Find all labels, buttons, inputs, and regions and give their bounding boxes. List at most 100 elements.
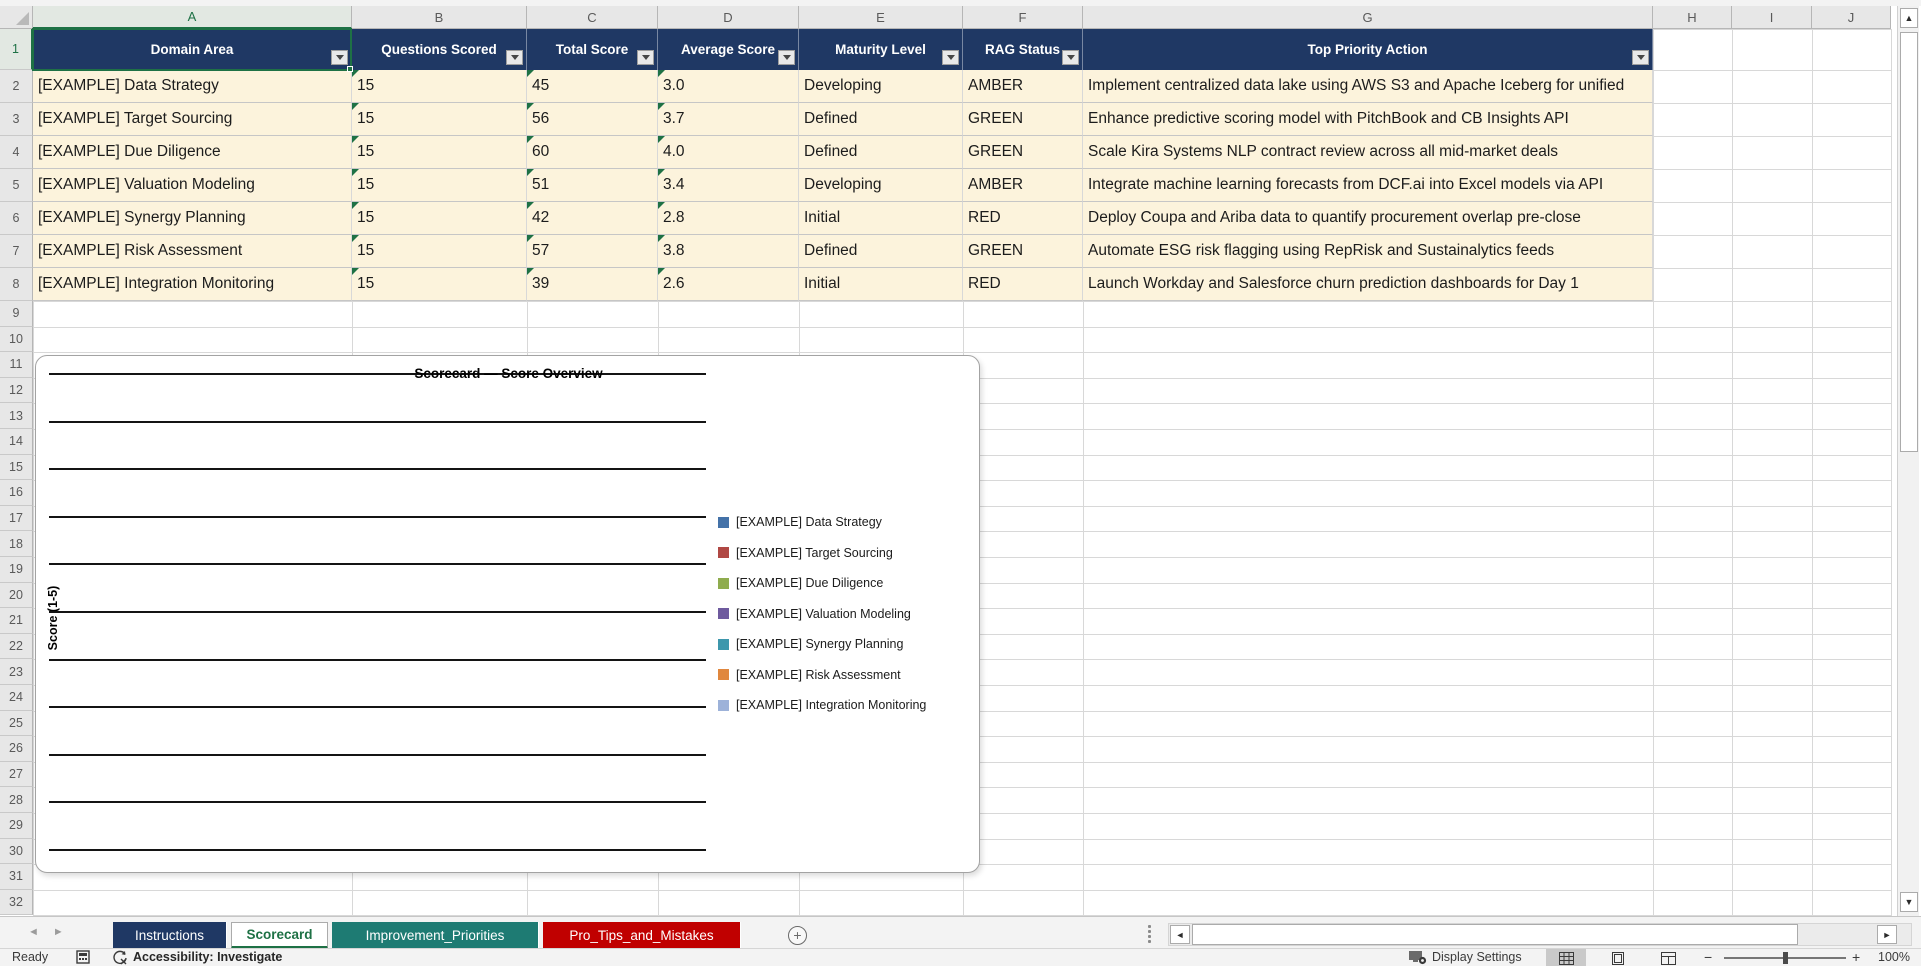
filter-button[interactable] [942,50,959,65]
cell-action-row7[interactable]: Automate ESG risk flagging using RepRisk… [1083,235,1653,268]
cell-maturity-row7[interactable]: Defined [799,235,963,268]
display-settings-icon[interactable] [1408,950,1428,966]
cell-total-row5[interactable]: 51 [527,169,658,202]
zoom-out-button[interactable]: − [1704,949,1712,965]
cell-total-row6[interactable]: 42 [527,202,658,235]
accessibility-status[interactable]: Accessibility: Investigate [133,950,282,964]
cell-questions-row6[interactable]: 15 [352,202,527,235]
cell-average-row8[interactable]: 2.6 [658,268,799,301]
cell-rag-row6[interactable]: RED [963,202,1083,235]
row-header-28[interactable]: 28 [0,787,33,813]
cell-domain-row5[interactable]: [EXAMPLE] Valuation Modeling [33,169,352,202]
row-header-31[interactable]: 31 [0,864,33,890]
page-break-view-button[interactable] [1648,949,1688,966]
scroll-up-button[interactable]: ▲ [1900,8,1918,28]
cell-questions-row8[interactable]: 15 [352,268,527,301]
row-header-3[interactable]: 3 [0,103,33,136]
select-all-corner[interactable] [0,6,33,29]
filter-button[interactable] [637,50,654,65]
cell-maturity-row6[interactable]: Initial [799,202,963,235]
row-header-18[interactable]: 18 [0,531,33,557]
row-header-21[interactable]: 21 [0,608,33,634]
row-header-12[interactable]: 12 [0,377,33,404]
legend-item[interactable]: [EXAMPLE] Data Strategy [718,515,882,529]
cell-action-row6[interactable]: Deploy Coupa and Ariba data to quantify … [1083,202,1653,235]
row-header-7[interactable]: 7 [0,235,33,268]
filter-button[interactable] [506,50,523,65]
cell-average-row2[interactable]: 3.0 [658,70,799,103]
legend-item[interactable]: [EXAMPLE] Integration Monitoring [718,698,926,712]
display-settings-label[interactable]: Display Settings [1432,950,1522,964]
row-header-30[interactable]: 30 [0,838,33,865]
zoom-in-button[interactable]: + [1852,949,1860,965]
cell-rag-row3[interactable]: GREEN [963,103,1083,136]
row-header-27[interactable]: 27 [0,761,33,788]
cell-total-row4[interactable]: 60 [527,136,658,169]
sheet-tab-instructions[interactable]: Instructions [113,922,227,949]
accessibility-icon[interactable] [112,950,128,966]
row-header-17[interactable]: 17 [0,505,33,532]
row-header-6[interactable]: 6 [0,202,33,235]
row-header-9[interactable]: 9 [0,301,33,327]
row-header-8[interactable]: 8 [0,268,33,301]
row-header-26[interactable]: 26 [0,736,33,762]
scroll-down-button[interactable]: ▼ [1900,892,1918,912]
legend-item[interactable]: [EXAMPLE] Synergy Planning [718,637,903,651]
legend-item[interactable]: [EXAMPLE] Target Sourcing [718,546,893,560]
row-header-32[interactable]: 32 [0,889,33,916]
cell-total-row7[interactable]: 57 [527,235,658,268]
cell-domain-row3[interactable]: [EXAMPLE] Target Sourcing [33,103,352,136]
cell-domain-row8[interactable]: [EXAMPLE] Integration Monitoring [33,268,352,301]
legend-item[interactable]: [EXAMPLE] Risk Assessment [718,668,901,682]
row-header-15[interactable]: 15 [0,454,33,481]
row-header-16[interactable]: 16 [0,480,33,506]
column-header-b[interactable]: B [352,6,527,29]
cell-questions-row3[interactable]: 15 [352,103,527,136]
row-header-25[interactable]: 25 [0,710,33,737]
row-header-20[interactable]: 20 [0,582,33,609]
cell-total-row3[interactable]: 56 [527,103,658,136]
scroll-right-button[interactable]: ► [1877,925,1897,944]
row-header-10[interactable]: 10 [0,326,33,353]
row-header-4[interactable]: 4 [0,136,33,169]
column-header-i[interactable]: I [1732,6,1812,29]
legend-item[interactable]: [EXAMPLE] Due Diligence [718,576,883,590]
row-header-1[interactable]: 1 [0,29,33,70]
sheet-tab-pro_tips_and_mistakes[interactable]: Pro_Tips_and_Mistakes [543,922,741,949]
row-header-24[interactable]: 24 [0,685,33,711]
cell-domain-row4[interactable]: [EXAMPLE] Due Diligence [33,136,352,169]
vertical-scroll-thumb[interactable] [1900,32,1918,452]
filter-button[interactable] [331,50,348,65]
row-header-22[interactable]: 22 [0,633,33,660]
column-header-h[interactable]: H [1653,6,1732,29]
cell-rag-row5[interactable]: AMBER [963,169,1083,202]
cell-rag-row7[interactable]: GREEN [963,235,1083,268]
cell-questions-row2[interactable]: 15 [352,70,527,103]
horizontal-scrollbar[interactable]: ◄ ► [1168,923,1912,946]
cell-domain-row2[interactable]: [EXAMPLE] Data Strategy [33,70,352,103]
filter-button[interactable] [778,50,795,65]
cell-total-row2[interactable]: 45 [527,70,658,103]
column-header-a[interactable]: A [33,6,352,29]
cell-average-row3[interactable]: 3.7 [658,103,799,136]
row-header-29[interactable]: 29 [0,813,33,839]
horizontal-scroll-thumb[interactable] [1192,924,1798,945]
zoom-slider-handle[interactable] [1783,952,1788,964]
macro-record-icon[interactable] [76,950,90,966]
vertical-scrollbar[interactable]: ▲ ▼ [1897,6,1919,916]
cell-action-row3[interactable]: Enhance predictive scoring model with Pi… [1083,103,1653,136]
cell-rag-row2[interactable]: AMBER [963,70,1083,103]
cell-average-row4[interactable]: 4.0 [658,136,799,169]
cell-domain-row7[interactable]: [EXAMPLE] Risk Assessment [33,235,352,268]
sheet-tab-improvement_priorities[interactable]: Improvement_Priorities [332,922,539,949]
cell-maturity-row2[interactable]: Developing [799,70,963,103]
cell-maturity-row5[interactable]: Developing [799,169,963,202]
cell-questions-row4[interactable]: 15 [352,136,527,169]
cell-action-row2[interactable]: Implement centralized data lake using AW… [1083,70,1653,103]
cell-average-row5[interactable]: 3.4 [658,169,799,202]
score-overview-chart[interactable]: Scorecard — Score Overview Score (1-5) [… [35,355,980,873]
column-header-d[interactable]: D [658,6,799,29]
row-header-23[interactable]: 23 [0,659,33,685]
normal-view-button[interactable] [1546,949,1586,966]
cell-rag-row8[interactable]: RED [963,268,1083,301]
